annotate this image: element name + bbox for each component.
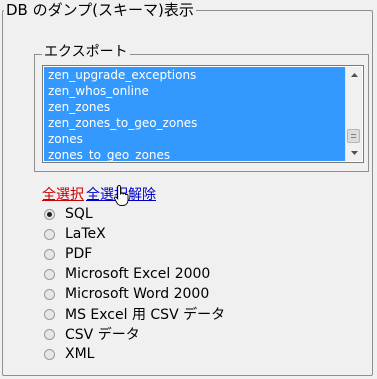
- format-label: LaTeX: [65, 226, 106, 242]
- list-item[interactable]: zen_upgrade_exceptions: [44, 67, 346, 83]
- format-option-xml[interactable]: XML: [44, 344, 225, 364]
- radio-button[interactable]: [44, 228, 55, 240]
- format-option-word-2000[interactable]: Microsoft Word 2000: [44, 284, 225, 304]
- chevron-down-icon: [350, 151, 358, 155]
- format-option-latex[interactable]: LaTeX: [44, 224, 225, 244]
- table-list: zen_upgrade_exceptions zen_whos_online z…: [44, 67, 346, 162]
- format-option-pdf[interactable]: PDF: [44, 244, 225, 264]
- format-label: CSV データ: [65, 327, 140, 343]
- format-radio-group: SQL LaTeX PDF Microsoft Excel 2000 Micro…: [44, 204, 225, 364]
- list-item[interactable]: zones: [44, 131, 346, 147]
- radio-button[interactable]: [44, 348, 55, 360]
- format-option-sql[interactable]: SQL: [44, 204, 225, 224]
- dump-fieldset-title: DB のダンプ(スキーマ)表示: [4, 0, 196, 20]
- table-listbox[interactable]: zen_upgrade_exceptions zen_whos_online z…: [42, 65, 364, 163]
- radio-button[interactable]: [44, 268, 55, 280]
- format-label: XML: [65, 346, 95, 362]
- radio-button[interactable]: [44, 208, 55, 220]
- scroll-up-button[interactable]: [346, 67, 362, 83]
- chevron-up-icon: [350, 73, 358, 77]
- list-item[interactable]: zones_to_geo_zones: [44, 147, 346, 162]
- scroll-down-button[interactable]: [346, 145, 362, 161]
- format-label: PDF: [65, 246, 93, 262]
- list-item[interactable]: zen_zones: [44, 99, 346, 115]
- export-legend: エクスポート: [42, 43, 130, 61]
- format-option-csv[interactable]: CSV データ: [44, 324, 225, 344]
- radio-button[interactable]: [44, 328, 55, 340]
- format-label: MS Excel 用 CSV データ: [65, 307, 226, 323]
- selection-links: 全選択全選択解除: [42, 184, 156, 204]
- list-item[interactable]: zen_whos_online: [44, 83, 346, 99]
- format-label: SQL: [65, 206, 93, 222]
- select-all-link[interactable]: 全選択: [42, 187, 84, 203]
- radio-button[interactable]: [44, 288, 55, 300]
- listbox-scrollbar[interactable]: [345, 67, 362, 161]
- format-label: Microsoft Word 2000: [65, 286, 210, 302]
- radio-button[interactable]: [44, 248, 55, 260]
- format-label: Microsoft Excel 2000: [65, 266, 211, 282]
- radio-button[interactable]: [44, 308, 55, 320]
- format-option-excel-2000[interactable]: Microsoft Excel 2000: [44, 264, 225, 284]
- scroll-thumb[interactable]: [347, 129, 360, 143]
- list-item[interactable]: zen_zones_to_geo_zones: [44, 115, 346, 131]
- format-option-excel-csv[interactable]: MS Excel 用 CSV データ: [44, 304, 225, 324]
